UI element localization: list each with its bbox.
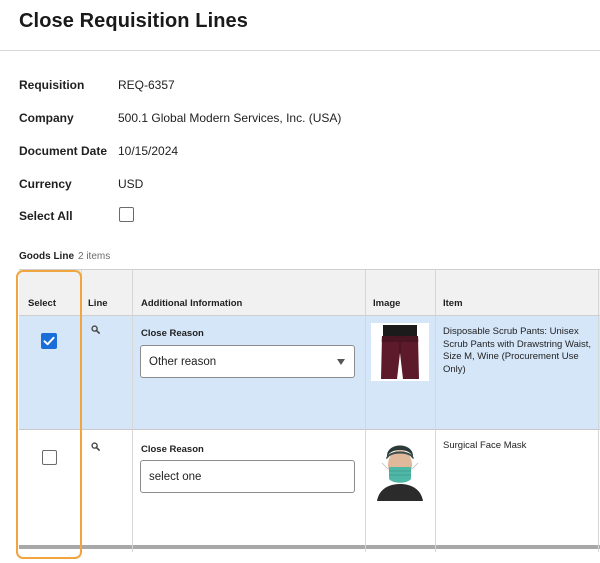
goods-line-label: Goods Line (19, 251, 74, 262)
goods-line-heading: Goods Line 2 items (19, 251, 110, 262)
column-header-image: Image (373, 298, 401, 309)
horizontal-scrollbar[interactable] (19, 545, 600, 549)
scrub-pants-image (371, 323, 429, 381)
company-value: 500.1 Global Modern Services, Inc. (USA) (118, 111, 342, 125)
goods-line-count: 2 items (78, 251, 111, 262)
table-row[interactable]: Close Reason select one Surgical Face Ma… (19, 430, 600, 545)
select-column-highlight (16, 270, 82, 559)
item-description: Disposable Scrub Pants: Unisex Scrub Pan… (443, 326, 591, 375)
column-header-additional-information: Additional Information (141, 298, 243, 309)
page-title: Close Requisition Lines (19, 10, 248, 32)
company-label: Company (19, 111, 74, 125)
close-reason-select[interactable]: select one (140, 460, 355, 493)
document-date-value: 10/15/2024 (118, 144, 179, 158)
document-date-label: Document Date (19, 144, 108, 158)
currency-label: Currency (19, 177, 72, 191)
requisition-value: REQ-6357 (118, 78, 175, 92)
item-description: Surgical Face Mask (443, 440, 527, 451)
grid-header: Select Line Additional Information Image… (19, 270, 600, 316)
column-header-item: Item (443, 298, 463, 309)
close-reason-select[interactable]: Other reason (140, 345, 355, 378)
column-divider (132, 270, 133, 552)
table-row[interactable]: Close Reason Other reason Disposable Scr… (19, 316, 600, 430)
column-divider (365, 270, 366, 552)
close-reason-label: Close Reason (141, 444, 204, 455)
dropdown-caret-icon (337, 359, 345, 365)
goods-line-grid: Select Line Additional Information Image… (19, 269, 600, 552)
select-all-checkbox[interactable] (119, 207, 134, 222)
currency-value: USD (118, 177, 144, 191)
title-divider (0, 50, 600, 51)
select-all-label: Select All (19, 209, 73, 223)
requisition-label: Requisition (19, 78, 85, 92)
close-reason-label: Close Reason (141, 328, 204, 339)
column-header-line: Line (88, 298, 108, 309)
magnifier-icon[interactable] (91, 325, 100, 334)
face-mask-image (371, 437, 429, 501)
column-divider (598, 270, 599, 552)
column-divider (435, 270, 436, 552)
magnifier-icon[interactable] (91, 442, 100, 451)
close-reason-value: Other reason (149, 356, 217, 368)
close-reason-value: select one (149, 471, 202, 483)
